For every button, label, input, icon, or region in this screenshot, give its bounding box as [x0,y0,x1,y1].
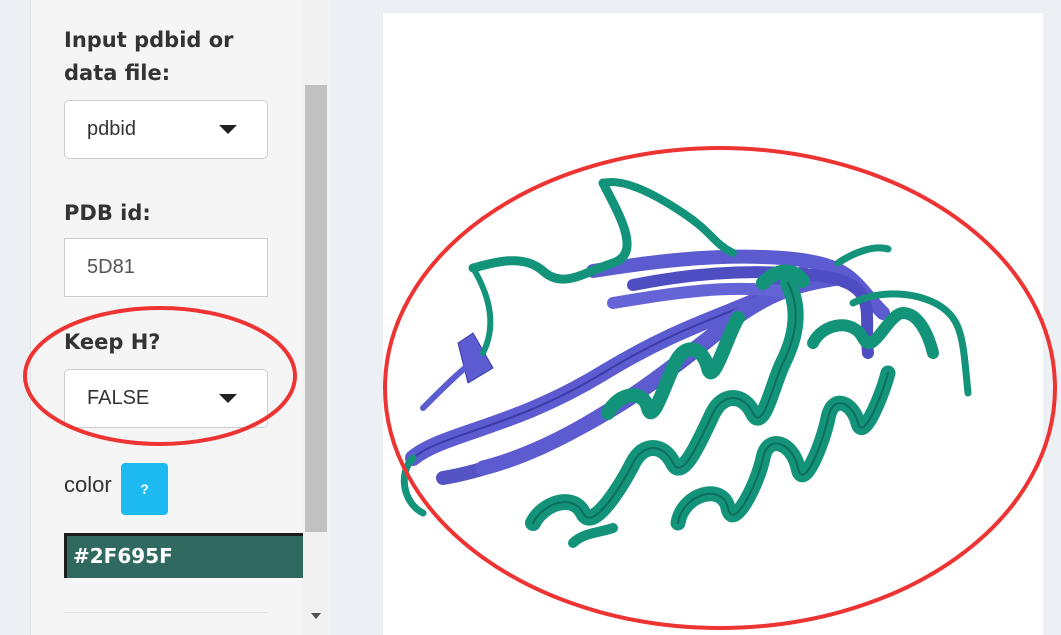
keep-h-label: Keep H? [64,330,161,354]
color-label: color [64,472,112,497]
input-type-label: Input pdbid or data file: [64,28,234,85]
protein-structure [400,178,972,548]
input-type-select[interactable]: pdbid [64,100,268,159]
pdb-id-input[interactable] [65,239,267,296]
scrollbar-thumb[interactable] [305,85,327,532]
loop [400,454,427,517]
chevron-down-icon [219,394,237,403]
input-type-value: pdbid [87,118,136,140]
color-input[interactable]: #2F695F [64,533,303,578]
alpha-helix [670,365,896,531]
pdb-id-label: PDB id: [64,201,151,225]
loop [834,244,892,267]
loop [468,178,632,284]
beta-strand [420,355,481,411]
color-help-button[interactable]: ? [121,463,168,515]
sidebar-panel: Input pdbid or data file: pdbid PDB id: … [31,0,303,635]
sidebar: Input pdbid or data file: pdbid PDB id: … [30,0,330,635]
loop [568,523,618,548]
keep-h-select[interactable]: FALSE [64,369,268,428]
keep-h-value: FALSE [87,387,150,409]
chevron-down-icon [219,125,237,134]
protein-viewer[interactable] [383,13,1043,635]
divider [64,612,268,613]
pdb-id-field[interactable] [64,238,268,297]
scroll-down-arrow-icon[interactable] [311,613,321,619]
sidebar-scrollbar[interactable] [303,0,329,635]
